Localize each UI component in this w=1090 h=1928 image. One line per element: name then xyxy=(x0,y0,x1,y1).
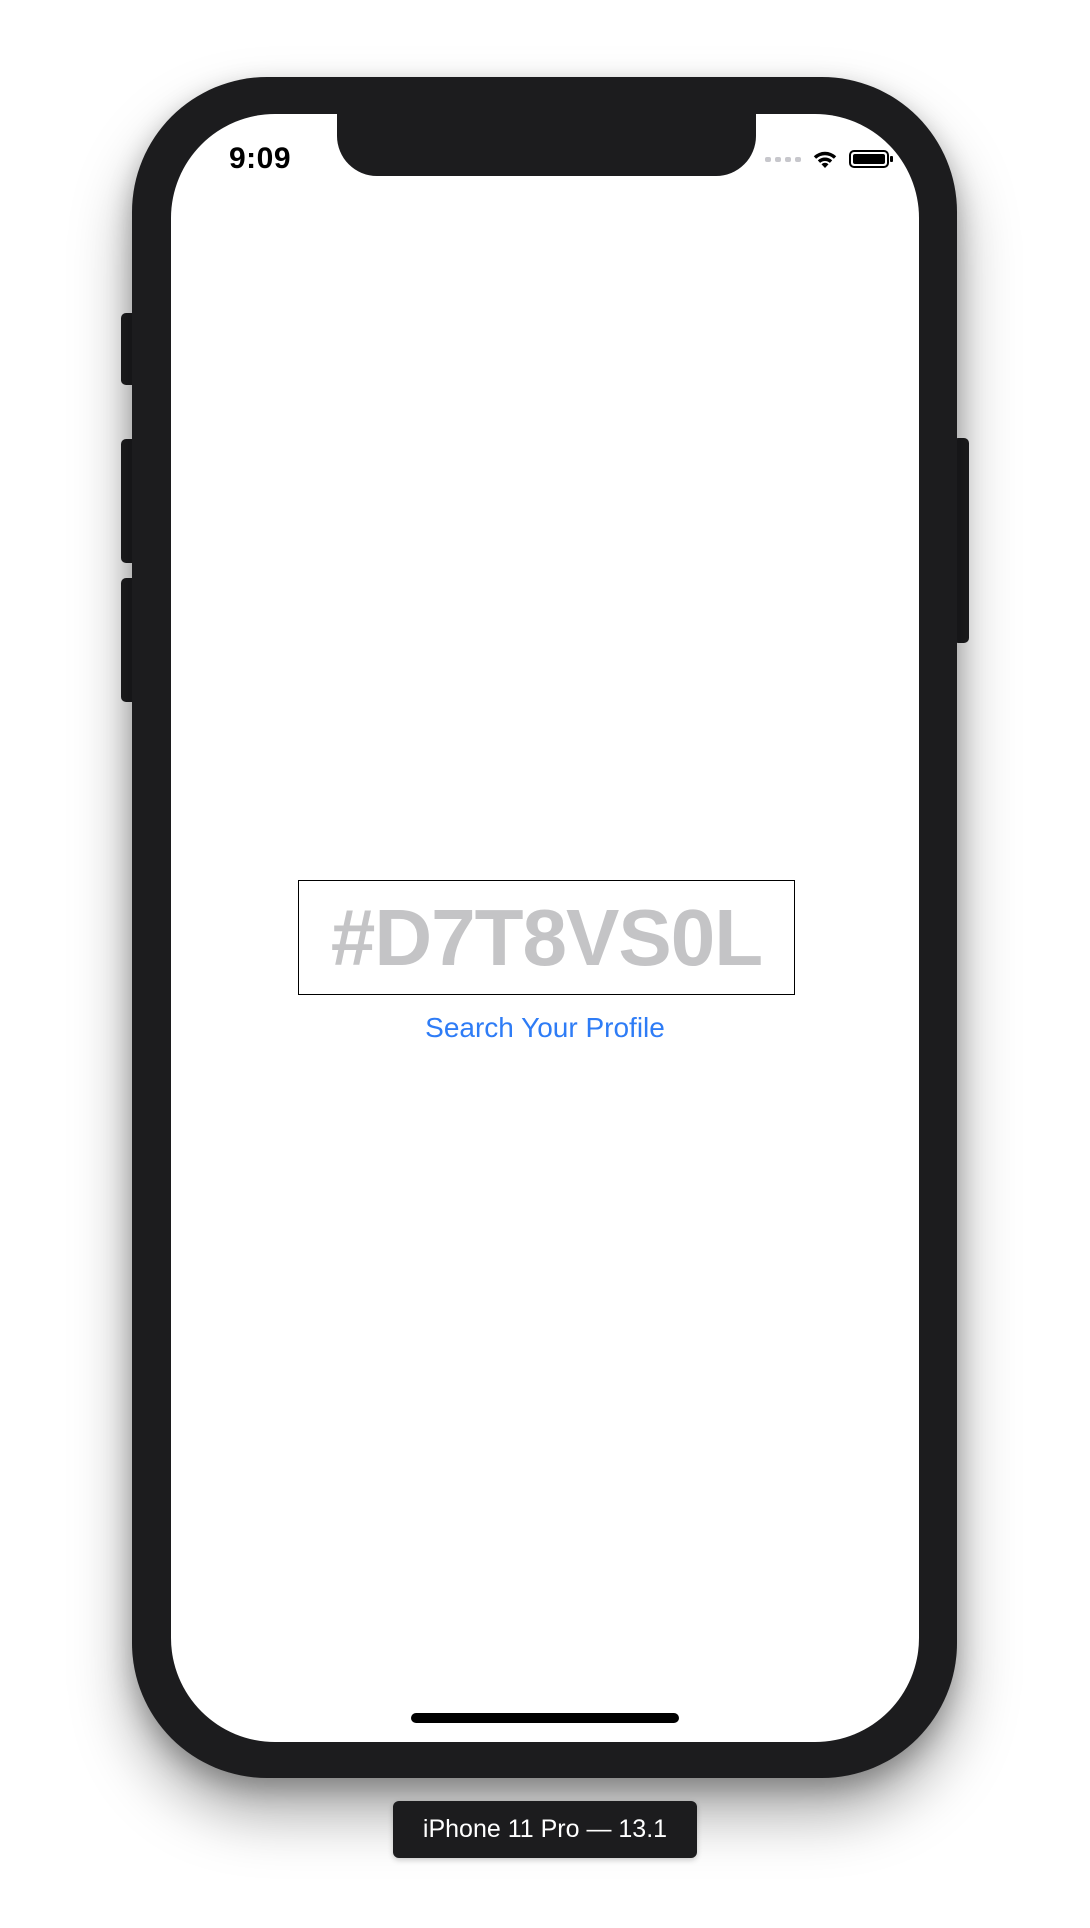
notch xyxy=(337,114,756,176)
device-screen: 9:09 #D7T8VS0L Search Your Profile xyxy=(171,114,919,1742)
simulator-device-label: iPhone 11 Pro — 13.1 xyxy=(393,1801,697,1858)
search-profile-button[interactable]: Search Your Profile xyxy=(171,1012,919,1044)
profile-code-field[interactable]: #D7T8VS0L xyxy=(298,880,795,995)
simulator-stage: 9:09 #D7T8VS0L Search Your Profile iPhon… xyxy=(0,0,1090,1928)
battery-icon xyxy=(849,150,893,168)
wifi-icon xyxy=(813,151,837,168)
status-icons xyxy=(765,148,893,170)
signal-icon xyxy=(765,156,801,162)
home-indicator[interactable] xyxy=(411,1713,679,1723)
status-time: 9:09 xyxy=(229,142,292,175)
